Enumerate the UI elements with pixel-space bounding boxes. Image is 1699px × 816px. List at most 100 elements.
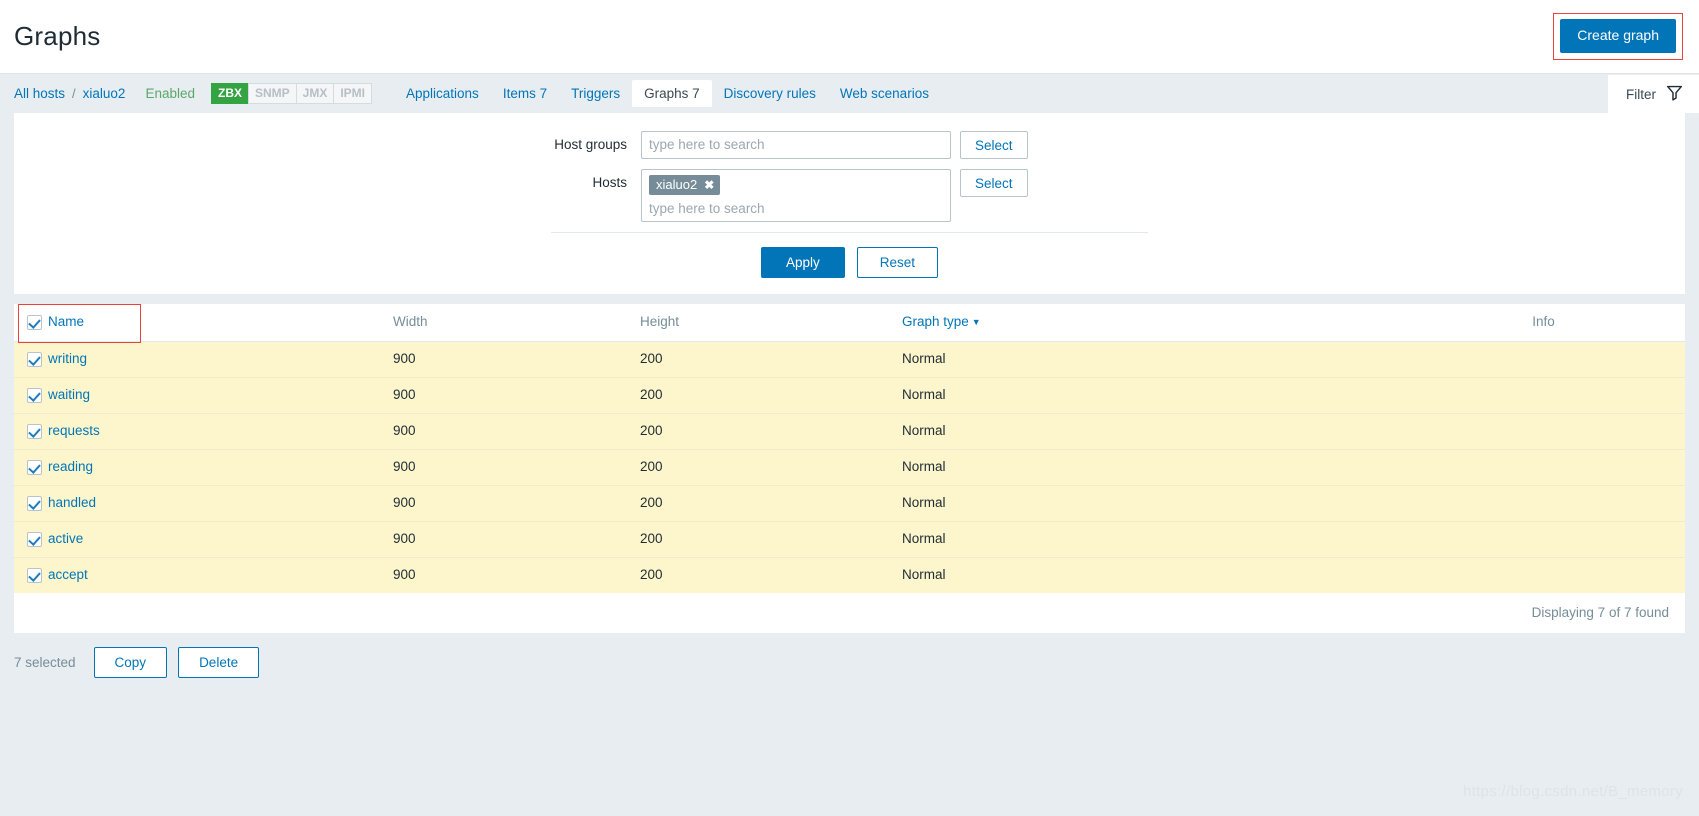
host-status[interactable]: Enabled (145, 86, 195, 101)
row-checkbox[interactable] (27, 495, 42, 511)
cell-info (1402, 521, 1685, 558)
row-checkbox[interactable] (27, 387, 42, 403)
funnel-icon (1666, 84, 1683, 104)
sort-desc-icon: ▼ (971, 317, 981, 328)
row-checkbox[interactable] (27, 423, 42, 439)
table-row[interactable]: writing 900 200 Normal (14, 341, 1685, 378)
host-groups-label: Host groups (554, 137, 627, 152)
cell-name: writing (48, 341, 393, 378)
cell-name: accept (48, 557, 393, 593)
row-checkbox-cell (14, 413, 48, 450)
badge-snmp: SNMP (247, 83, 296, 104)
page-header: Graphs Create graph (0, 0, 1699, 74)
cell-name: requests (48, 413, 393, 450)
cell-width: 900 (393, 377, 640, 414)
row-checkbox-cell (14, 557, 48, 593)
breadcrumb-host[interactable]: xialuo2 (83, 86, 126, 101)
host-chip[interactable]: xialuo2 ✖ (649, 175, 721, 195)
hosts-input[interactable]: xialuo2 ✖ type here to search (641, 169, 951, 222)
filter-actions: Apply Reset (14, 233, 1685, 294)
cell-graph-type: Normal (902, 521, 1402, 558)
host-groups-input[interactable]: type here to search (641, 131, 951, 159)
page-title: Graphs (14, 21, 101, 51)
row-checkbox[interactable] (27, 531, 42, 547)
cell-width: 900 (393, 521, 640, 558)
table-row[interactable]: active 900 200 Normal (14, 521, 1685, 558)
close-icon[interactable]: ✖ (704, 178, 714, 192)
cell-info (1402, 377, 1685, 414)
badge-zbx: ZBX (210, 83, 248, 104)
selected-count: 7 selected (14, 654, 76, 670)
delete-button[interactable]: Delete (178, 646, 260, 678)
table-row[interactable]: accept 900 200 Normal (14, 557, 1685, 593)
cell-name: active (48, 521, 393, 558)
table-row[interactable]: reading 900 200 Normal (14, 449, 1685, 486)
hosts-select-button[interactable]: Select (960, 169, 1028, 197)
object-navigation: All hosts / xialuo2 Enabled ZBX SNMP JMX… (0, 74, 1699, 113)
filter-row-host-groups: Host groups type here to search Select (14, 131, 1685, 159)
create-graph-highlight: Create graph (1553, 13, 1683, 60)
graphs-table: Name Width Height Graph type ▼ Info writi… (14, 304, 1685, 593)
table-footer: Displaying 7 of 7 found (14, 592, 1685, 633)
tab-applications[interactable]: Applications (394, 80, 491, 107)
row-checkbox[interactable] (27, 351, 42, 367)
cell-info (1402, 557, 1685, 593)
select-all-cell (14, 304, 141, 343)
cell-graph-type: Normal (902, 485, 1402, 522)
graph-name-link[interactable]: reading (48, 459, 93, 474)
row-checkbox-cell (14, 485, 48, 522)
filter-tab[interactable]: Filter (1608, 75, 1699, 113)
row-checkbox[interactable] (27, 567, 42, 583)
row-checkbox-cell (14, 377, 48, 414)
cell-height: 200 (640, 341, 902, 378)
cell-info (1402, 485, 1685, 522)
cell-graph-type: Normal (902, 413, 1402, 450)
cell-name: handled (48, 485, 393, 522)
row-checkbox-cell (14, 449, 48, 486)
column-header-graph-type[interactable]: Graph type ▼ (902, 304, 1402, 342)
column-header-height: Height (640, 304, 902, 342)
tab-web-scenarios[interactable]: Web scenarios (828, 80, 941, 107)
row-checkbox[interactable] (27, 459, 42, 475)
select-all-checkbox[interactable] (27, 314, 42, 330)
tab-triggers[interactable]: Triggers (559, 80, 632, 107)
graph-name-link[interactable]: active (48, 531, 83, 546)
apply-button[interactable]: Apply (760, 247, 845, 278)
graph-name-link[interactable]: handled (48, 495, 96, 510)
host-groups-select-button[interactable]: Select (960, 131, 1028, 159)
tab-items[interactable]: Items 7 (491, 80, 559, 107)
table-body: writing 900 200 Normal waiting 900 200 N… (14, 341, 1685, 593)
host-groups-placeholder: type here to search (649, 137, 765, 152)
row-checkbox-cell (14, 521, 48, 558)
graph-name-link[interactable]: writing (48, 351, 87, 366)
tab-discovery-rules[interactable]: Discovery rules (712, 80, 828, 107)
cell-info (1402, 341, 1685, 378)
cell-graph-type: Normal (902, 449, 1402, 486)
filter-panel: Host groups type here to search Select H… (14, 113, 1685, 294)
table-row[interactable]: handled 900 200 Normal (14, 485, 1685, 522)
graph-name-link[interactable]: waiting (48, 387, 90, 402)
graph-name-link[interactable]: requests (48, 423, 100, 438)
breadcrumb-separator: / (72, 86, 76, 101)
column-header-width: Width (393, 304, 640, 342)
table-row[interactable]: waiting 900 200 Normal (14, 377, 1685, 414)
cell-name: waiting (48, 377, 393, 414)
filter-row-hosts: Hosts xialuo2 ✖ type here to search Sele… (14, 169, 1685, 222)
column-header-name[interactable]: Name (48, 304, 393, 342)
cell-height: 200 (640, 557, 902, 593)
cell-info (1402, 449, 1685, 486)
reset-button[interactable]: Reset (856, 247, 939, 278)
badge-jmx: JMX (295, 83, 334, 104)
breadcrumb-all-hosts[interactable]: All hosts (14, 86, 65, 101)
tab-graphs[interactable]: Graphs 7 (632, 80, 712, 107)
table-header-row: Name Width Height Graph type ▼ Info (14, 304, 1685, 343)
table-header: Name Width Height Graph type ▼ Info (14, 304, 1685, 343)
cell-graph-type: Normal (902, 341, 1402, 378)
copy-button[interactable]: Copy (93, 646, 168, 678)
create-graph-button[interactable]: Create graph (1560, 19, 1676, 53)
bulk-action-bar: 7 selected Copy Delete (0, 633, 1699, 678)
cell-name: reading (48, 449, 393, 486)
row-checkbox-cell (14, 341, 48, 378)
graph-name-link[interactable]: accept (48, 567, 88, 582)
table-row[interactable]: requests 900 200 Normal (14, 413, 1685, 450)
